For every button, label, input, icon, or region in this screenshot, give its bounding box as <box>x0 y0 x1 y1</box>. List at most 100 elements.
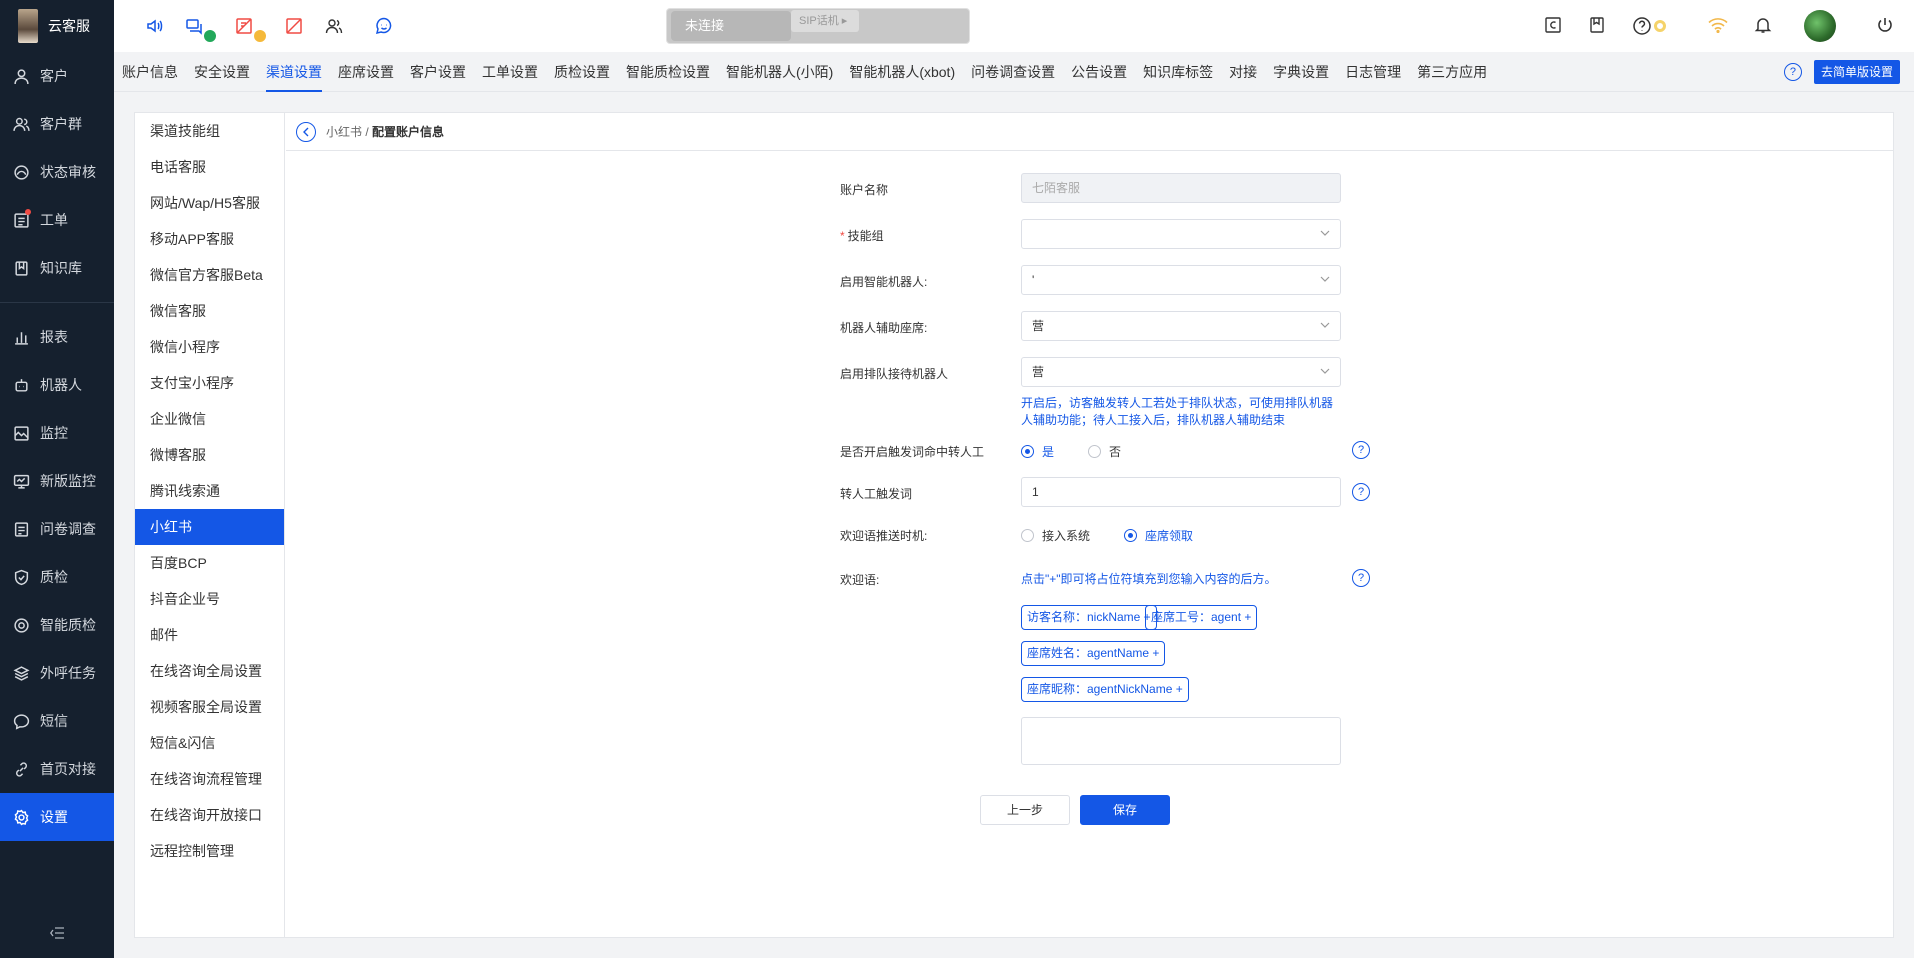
tab-channel[interactable]: 渠道设置 <box>258 52 330 92</box>
nav-item-settings[interactable]: 设置 <box>0 793 114 841</box>
nav-item-ticket[interactable]: 工单 <box>0 196 114 244</box>
prev-step-button[interactable]: 上一步 <box>980 795 1070 825</box>
chat-status-icon[interactable] <box>184 16 216 42</box>
nav-item-robot[interactable]: 机器人 <box>0 361 114 409</box>
c-square-icon[interactable] <box>1544 16 1562 37</box>
submenu-item[interactable]: 抖音企业号 <box>135 581 284 617</box>
welcome-time-system-label[interactable]: 接入系统 <box>1042 527 1090 544</box>
bell-icon[interactable] <box>1754 16 1772 37</box>
skill-group-select[interactable] <box>1021 219 1341 249</box>
tab-announcement[interactable]: 公告设置 <box>1063 52 1135 92</box>
placeholder-tag-agentname[interactable]: 座席姓名：agentName + <box>1021 641 1166 666</box>
submenu-item[interactable]: 百度BCP <box>135 545 284 581</box>
keyword-input[interactable]: 1 <box>1021 477 1341 507</box>
submenu-item[interactable]: 电话客服 <box>135 149 284 185</box>
tab-knowledge-tags[interactable]: 知识库标签 <box>1135 52 1221 92</box>
account-name-input[interactable]: 七陌客服 <box>1021 173 1341 203</box>
submenu-item[interactable]: 在线咨询全局设置 <box>135 653 284 689</box>
nav-item-status-audit[interactable]: 状态审核 <box>0 148 114 196</box>
tab-survey[interactable]: 问卷调查设置 <box>963 52 1063 92</box>
nav-item-outbound[interactable]: 外呼任务 <box>0 649 114 697</box>
welcome-time-agent-radio[interactable] <box>1124 529 1138 542</box>
placeholder-tag-agentnickname[interactable]: 座席昵称：agentNickName + <box>1021 677 1189 702</box>
speaker-icon[interactable] <box>144 16 164 36</box>
wifi-icon <box>1708 17 1728 36</box>
bot-chat-icon[interactable] <box>374 16 394 36</box>
tab-ticket[interactable]: 工单设置 <box>474 52 546 92</box>
tab-robot-xbot[interactable]: 智能机器人(xbot) <box>841 52 963 92</box>
nav-item-new-monitor[interactable]: 新版监控 <box>0 457 114 505</box>
nav-item-smart-qc[interactable]: 智能质检 <box>0 601 114 649</box>
welcome-textarea[interactable] <box>1021 717 1341 765</box>
save-button[interactable]: 保存 <box>1080 795 1170 825</box>
nav-item-survey[interactable]: 问卷调查 <box>0 505 114 553</box>
tab-security[interactable]: 安全设置 <box>186 52 258 92</box>
user-avatar[interactable] <box>1804 10 1836 42</box>
welcome-time-system-radio[interactable] <box>1021 529 1034 542</box>
nav-item-monitor[interactable]: 监控 <box>0 409 114 457</box>
tab-account-info[interactable]: 账户信息 <box>114 52 186 92</box>
robot-assist-select[interactable]: 营 <box>1021 311 1341 341</box>
trigger-yes-radio[interactable] <box>1021 445 1034 458</box>
tab-customer[interactable]: 客户设置 <box>402 52 474 92</box>
welcome-help-icon[interactable]: ? <box>1352 569 1370 587</box>
submenu-item[interactable]: 微信小程序 <box>135 329 284 365</box>
submenu-item[interactable]: 在线咨询开放接口 <box>135 797 284 833</box>
submenu-item[interactable]: 支付宝小程序 <box>135 365 284 401</box>
submenu-item[interactable]: 视频客服全局设置 <box>135 689 284 725</box>
nav-item-customer[interactable]: 客户 <box>0 52 114 100</box>
queue-robot-select[interactable]: 营 <box>1021 357 1341 387</box>
welcome-time-agent-label[interactable]: 座席领取 <box>1145 527 1193 544</box>
placeholder-tag-nickname[interactable]: 访客名称：nickName + <box>1021 605 1157 630</box>
submenu-item[interactable]: 微信客服 <box>135 293 284 329</box>
smart-robot-select[interactable]: ' <box>1021 265 1341 295</box>
tab-logs[interactable]: 日志管理 <box>1337 52 1409 92</box>
nav-item-sms[interactable]: 短信 <box>0 697 114 745</box>
submenu-item[interactable]: 微博客服 <box>135 437 284 473</box>
tabs-help-icon[interactable]: ? <box>1783 63 1802 81</box>
call-disabled-icon[interactable] <box>284 16 304 36</box>
nav-item-qc[interactable]: 质检 <box>0 553 114 601</box>
submenu-item-xiaohongshu[interactable]: 小红书 <box>135 509 284 545</box>
submenu-item[interactable]: 企业微信 <box>135 401 284 437</box>
tab-qc[interactable]: 质检设置 <box>546 52 618 92</box>
nav-item-report[interactable]: 报表 <box>0 313 114 361</box>
trigger-no-radio[interactable] <box>1088 445 1102 458</box>
submenu-item[interactable]: 远程控制管理 <box>135 833 284 869</box>
keyword-help-icon[interactable]: ? <box>1352 483 1370 501</box>
help-icon[interactable] <box>1632 16 1666 36</box>
submenu-item[interactable]: 渠道技能组 <box>135 113 284 149</box>
tab-third-party[interactable]: 第三方应用 <box>1409 52 1495 92</box>
trigger-no-label[interactable]: 否 <box>1109 443 1121 460</box>
tab-agent[interactable]: 座席设置 <box>330 52 402 92</box>
nav-item-homepage-link[interactable]: 首页对接 <box>0 745 114 793</box>
nav-item-customer-group[interactable]: 客户群 <box>0 100 114 148</box>
notebook-icon[interactable] <box>1588 16 1606 37</box>
call-forward-icon[interactable] <box>234 16 266 42</box>
tab-integration[interactable]: 对接 <box>1221 52 1265 92</box>
submenu-item[interactable]: 邮件 <box>135 617 284 653</box>
tab-dictionary[interactable]: 字典设置 <box>1265 52 1337 92</box>
trigger-help-icon[interactable]: ? <box>1352 441 1370 459</box>
collapse-sidebar-button[interactable] <box>0 918 114 948</box>
placeholder-tag-agent[interactable]: 座席工号：agent + <box>1145 605 1258 630</box>
tab-robot-xiaomo[interactable]: 智能机器人(小陌) <box>718 52 841 92</box>
power-icon[interactable] <box>1876 16 1894 37</box>
softphone-bar[interactable]: 未连接 SIP话机 ▸ <box>666 8 970 44</box>
simple-settings-button[interactable]: 去简单版设置 <box>1813 60 1900 84</box>
agents-icon[interactable] <box>324 16 344 36</box>
submenu-item[interactable]: 短信&闪信 <box>135 725 284 761</box>
breadcrumb-parent[interactable]: 小红书 <box>326 125 362 139</box>
book-icon <box>15 260 28 276</box>
submenu-item[interactable]: 微信官方客服Beta <box>135 257 284 293</box>
submenu-item[interactable]: 在线咨询流程管理 <box>135 761 284 797</box>
trigger-yes-label[interactable]: 是 <box>1042 443 1054 460</box>
submenu-item[interactable]: 网站/Wap/H5客服 <box>135 185 284 221</box>
robot-icon <box>15 378 28 392</box>
submenu-item[interactable]: 移动APP客服 <box>135 221 284 257</box>
back-button[interactable] <box>296 121 316 142</box>
nav-item-knowledge[interactable]: 知识库 <box>0 244 114 292</box>
tab-smart-qc[interactable]: 智能质检设置 <box>618 52 718 92</box>
submenu-item[interactable]: 腾讯线索通 <box>135 473 284 509</box>
sip-phone-selector[interactable]: SIP话机 ▸ <box>791 10 859 32</box>
